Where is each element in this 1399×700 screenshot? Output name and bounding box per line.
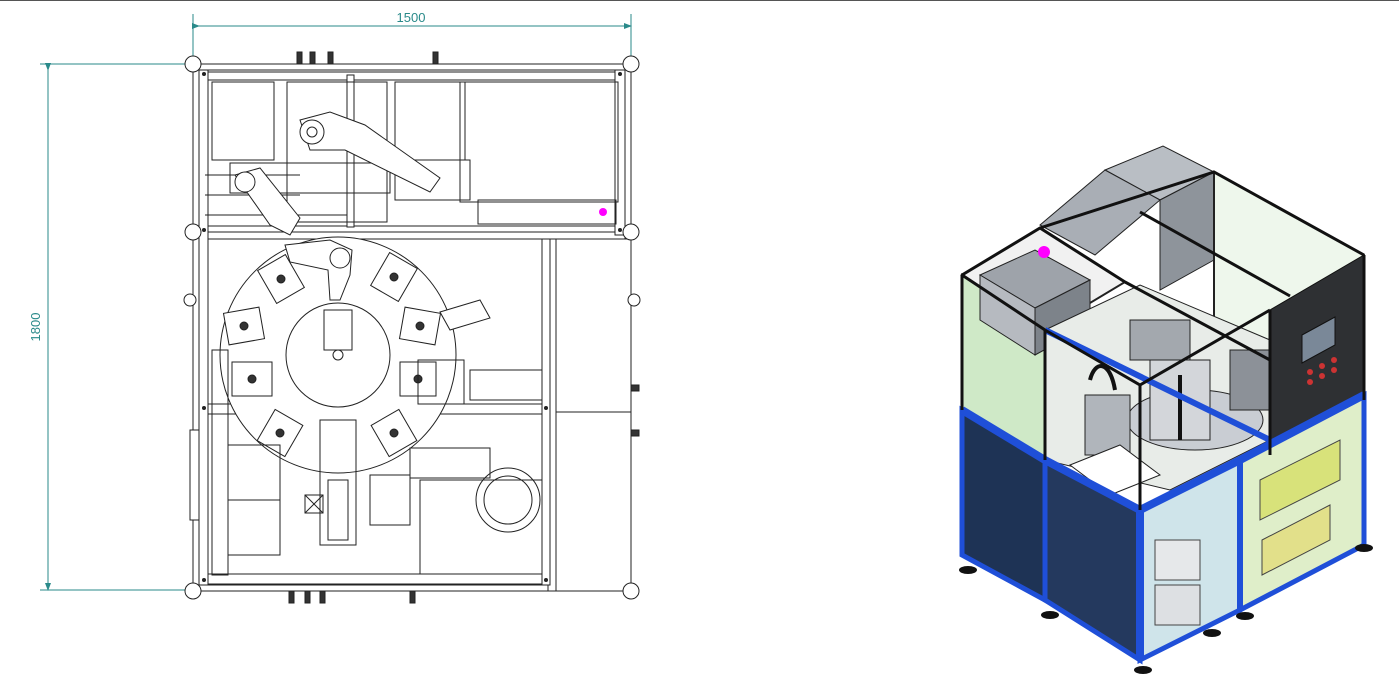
marker-dot-iso-view — [1038, 246, 1050, 258]
height-dimension: 1800 — [28, 63, 196, 591]
height-dimension-label: 1800 — [28, 313, 43, 342]
technical-drawing: 1500 1800 — [28, 10, 1373, 674]
top-view — [183, 51, 641, 604]
width-dimension-label: 1500 — [397, 10, 426, 25]
marker-dot-top-view — [599, 208, 607, 216]
width-dimension: 1500 — [192, 10, 632, 66]
isometric-view — [959, 145, 1373, 674]
